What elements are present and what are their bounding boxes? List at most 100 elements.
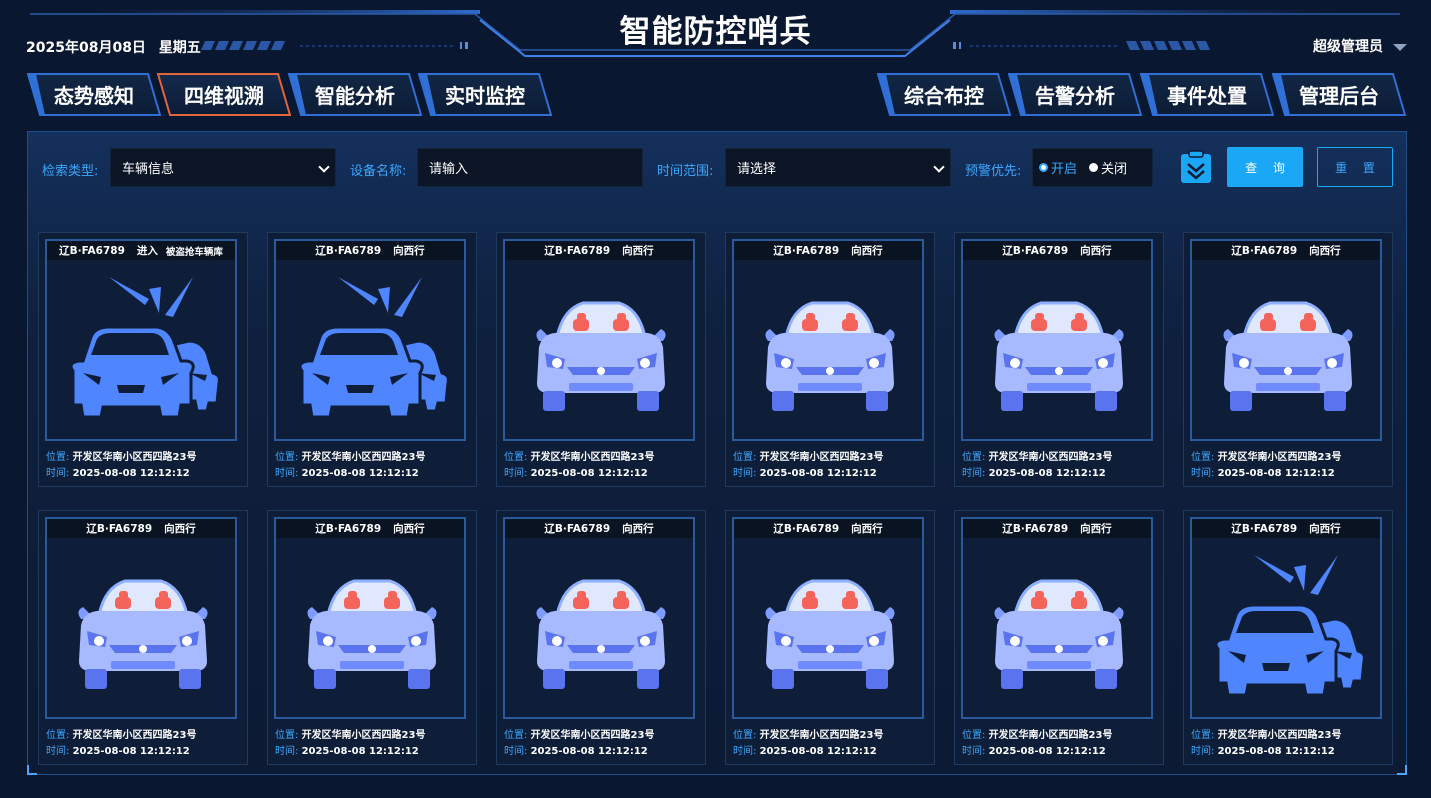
location-row: 位置: 开发区华南小区西四路23号: [504, 448, 654, 463]
vehicle-card[interactable]: 辽B·FA6789 向西行 位置: 开发区华南小区西四路23号 时间: 2025-08…: [38, 510, 248, 765]
time-label: 时间:: [46, 468, 70, 479]
vehicle-image-frame: 辽B·FA6789 进入 被盗抢车辆库: [45, 239, 237, 441]
time-value: 2025-08-08 12:12:12: [72, 468, 190, 479]
vehicle-card[interactable]: 辽B·FA6789 向西行位置: 开发区华南小区西四路23号 时间: 2025-08…: [954, 232, 1164, 487]
plate-number: 辽B·FA6789: [86, 523, 153, 535]
vehicle-card[interactable]: 辽B·FA6789 向西行 位置: 开发区华南小区西四路23号 时间: 2025-08…: [725, 232, 935, 487]
priority-off-radio[interactable]: 关闭: [1089, 158, 1127, 177]
nav-tab-left-0[interactable]: 态势感知: [27, 73, 161, 116]
chevron-down-icon[interactable]: [1393, 43, 1407, 51]
time-range-value: 请选择: [737, 162, 777, 177]
location-label: 位置:: [733, 730, 757, 741]
location-label: 位置:: [275, 452, 299, 463]
plate-number: 辽B·FA6789: [1002, 245, 1069, 257]
time-row: 时间: 2025-08-08 12:12:12: [733, 742, 877, 757]
direction-text: 向西行: [622, 245, 654, 257]
location-label: 位置:: [46, 730, 70, 741]
time-value: 2025-08-08 12:12:12: [301, 468, 419, 479]
location-value: 开发区华南小区西四路23号: [1217, 452, 1342, 463]
nav-tab-label: 事件处置: [1167, 84, 1247, 108]
nav-tab-label: 实时监控: [445, 84, 525, 108]
nav-tab-left-1[interactable]: 四维视溯: [157, 73, 291, 116]
plate-number: 辽B·FA6789: [59, 245, 125, 257]
search-type-select[interactable]: 车辆信息: [110, 148, 336, 187]
location-row: 位置: 开发区华南小区西四路23号: [46, 448, 196, 463]
vehicle-card[interactable]: 辽B·FA6789 向西行 位置: 开发区华南小区西四路23号 时间: 2025-08…: [267, 232, 477, 487]
nav-tab-right-3[interactable]: 管理后台: [1272, 73, 1406, 116]
nav-tab-label: 四维视溯: [184, 84, 264, 108]
plate-number: 辽B·FA6789: [544, 245, 611, 257]
time-label: 时间:: [275, 468, 299, 479]
time-label: 时间范围:: [657, 164, 714, 179]
location-label: 位置:: [733, 452, 757, 463]
time-value: 2025-08-08 12:12:12: [988, 746, 1106, 757]
location-row: 位置: 开发区华南小区西四路23号: [46, 726, 196, 741]
location-value: 开发区华南小区西四路23号: [301, 730, 426, 741]
vehicle-card[interactable]: 辽B·FA6789 向西行 位置: 开发区华南小区西四路23号 时间: 2025-08…: [1183, 510, 1393, 765]
nav-tab-label: 告警分析: [1035, 84, 1115, 108]
direction-text: 向西行: [1080, 245, 1112, 257]
chevron-down-icon: [933, 161, 945, 173]
time-label: 时间:: [504, 746, 528, 757]
user-name: 超级管理员: [1313, 39, 1383, 55]
nav-tab-right-0[interactable]: 综合布控: [877, 73, 1011, 116]
time-value: 2025-08-08 12:12:12: [530, 468, 648, 479]
time-row: 时间: 2025-08-08 12:12:12: [1191, 464, 1335, 479]
plate-bar: 辽B·FA6789 向西行: [505, 519, 693, 538]
plate-bar: 辽B·FA6789 向西行: [734, 519, 922, 538]
nav-tab-label: 智能分析: [315, 84, 395, 108]
nav-tab-left-3[interactable]: 实时监控: [418, 73, 552, 116]
alert-car-icon: [61, 269, 225, 433]
page-title: 智能防控哨兵: [619, 14, 812, 50]
location-value: 开发区华南小区西四路23号: [530, 730, 655, 741]
plate-number: 辽B·FA6789: [1231, 523, 1298, 535]
time-row: 时间: 2025-08-08 12:12:12: [504, 742, 648, 757]
priority-off-label: 关闭: [1101, 162, 1128, 177]
time-value: 2025-08-08 12:12:12: [759, 468, 877, 479]
user-menu[interactable]: 超级管理员: [1313, 36, 1407, 56]
vehicle-card[interactable]: 辽B·FA6789 向西行 位置: 开发区华南小区西四路23号 时间: 2025-08…: [954, 510, 1164, 765]
time-row: 时间: 2025-08-08 12:12:12: [962, 464, 1106, 479]
reset-button[interactable]: 重 置: [1317, 147, 1393, 187]
time-range-select[interactable]: 请选择: [725, 148, 951, 187]
vehicle-card[interactable]: 辽B·FA6789 向西行位置: 开发区华南小区西四路23号 时间: 2025-08…: [496, 232, 706, 487]
plate-bar: 辽B·FA6789 进入 被盗抢车辆库: [47, 241, 235, 260]
time-value: 2025-08-08 12:12:12: [301, 746, 419, 757]
device-name-input[interactable]: 请输入: [417, 148, 643, 187]
time-label: 时间:: [962, 746, 986, 757]
nav-tab-right-2[interactable]: 事件处置: [1140, 73, 1274, 116]
nav-tab-right-1[interactable]: 告警分析: [1008, 73, 1142, 116]
time-row: 时间: 2025-08-08 12:12:12: [275, 464, 419, 479]
alarm-tag: 被盗抢车辆库: [165, 246, 223, 258]
location-row: 位置: 开发区华南小区西四路23号: [962, 448, 1112, 463]
plate-bar: 辽B·FA6789 向西行: [47, 519, 235, 538]
nav-tab-left-2[interactable]: 智能分析: [288, 73, 422, 116]
nav-tab-label: 管理后台: [1299, 84, 1379, 108]
type-label: 检索类型:: [42, 164, 99, 179]
location-row: 位置: 开发区华南小区西四路23号: [733, 726, 883, 741]
plate-number: 辽B·FA6789: [315, 245, 382, 257]
radio-unselected-icon: [1089, 163, 1099, 172]
plate-number: 辽B·FA6789: [1231, 245, 1298, 257]
priority-on-radio[interactable]: 开启: [1039, 158, 1077, 177]
location-row: 位置: 开发区华南小区西四路23号: [1191, 448, 1341, 463]
search-type-value: 车辆信息: [122, 162, 175, 177]
alert-car-icon: [1206, 547, 1370, 711]
weekday-text: 星期五: [158, 40, 201, 56]
car-front-icon: [748, 547, 912, 711]
vehicle-card[interactable]: 辽B·FA6789 向西行 位置: 开发区华南小区西四路23号 时间: 2025-08…: [1183, 232, 1393, 487]
direction-text: 向西行: [1309, 523, 1341, 535]
plate-bar: 辽B·FA6789 向西行: [963, 241, 1151, 260]
location-row: 位置: 开发区华南小区西四路23号: [1191, 726, 1341, 741]
vehicle-card[interactable]: 辽B·FA6789 向西行位置: 开发区华南小区西四路23号 时间: 2025-08…: [725, 510, 935, 765]
vehicle-card[interactable]: 辽B·FA6789 向西行 位置: 开发区华南小区西四路23号 时间: 2025-08…: [267, 510, 477, 765]
vehicle-card[interactable]: 辽B·FA6789 向西行 位置: 开发区华南小区西四路23号 时间: 2025-08…: [496, 510, 706, 765]
vehicle-card[interactable]: 辽B·FA6789 进入 被盗抢车辆库位置: 开发区华南小区西四路23号时间: 20…: [38, 232, 248, 487]
clipboard-check-icon[interactable]: [1180, 150, 1212, 184]
time-row: 时间: 2025-08-08 12:12:12: [504, 464, 648, 479]
corner-decoration: [27, 765, 37, 775]
plate-number: 辽B·FA6789: [315, 523, 382, 535]
location-value: 开发区华南小区西四路23号: [1217, 730, 1342, 741]
location-row: 位置: 开发区华南小区西四路23号: [962, 726, 1112, 741]
query-button[interactable]: 查 询: [1227, 147, 1303, 187]
